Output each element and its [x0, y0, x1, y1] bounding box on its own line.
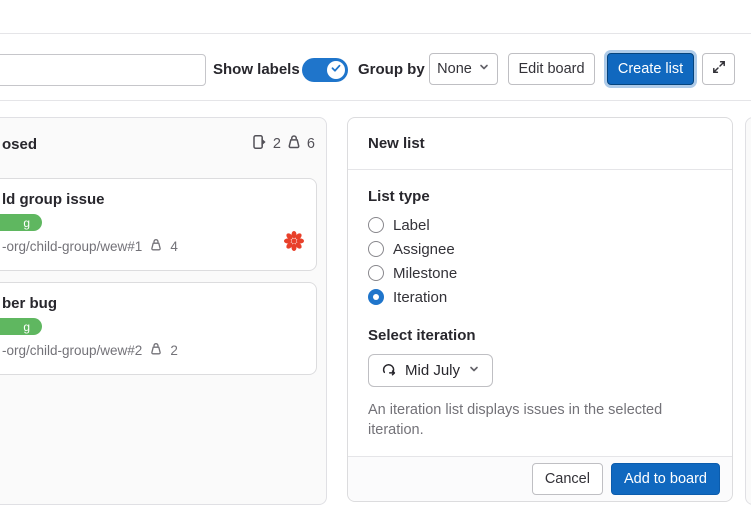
issue-meta-row: -org/child-group/wew#1 4	[2, 238, 178, 255]
radio-option-iteration[interactable]: Iteration	[368, 289, 712, 305]
expand-icon	[711, 59, 727, 79]
new-list-panel: New list List type Label Assignee Milest…	[347, 117, 733, 502]
edit-board-button[interactable]: Edit board	[508, 53, 595, 85]
issue-label-badge[interactable]: g	[0, 318, 42, 335]
radio-option-text: Iteration	[393, 289, 447, 306]
assignee-avatar[interactable]	[282, 229, 306, 253]
iteration-help-text: An iteration list displays issues in the…	[368, 400, 713, 441]
show-labels-label: Show labels	[213, 62, 300, 78]
group-by-value: None	[437, 61, 472, 77]
issue-board-app: Show labels Group by None Edit board Cre…	[0, 0, 751, 523]
issue-card[interactable]: ber bug g -org/child-group/wew#2 2	[0, 282, 317, 375]
iteration-value: Mid July	[405, 362, 460, 379]
create-list-button[interactable]: Create list	[607, 53, 694, 85]
radio-option-label[interactable]: Label	[368, 217, 712, 233]
iteration-dropdown[interactable]: Mid July	[368, 354, 493, 387]
column-header: osed 2 6	[2, 134, 315, 154]
weight-total: 6	[307, 136, 315, 152]
top-divider	[0, 33, 751, 34]
issue-card[interactable]: ld group issue g -org/child-group/wew#1 …	[0, 178, 317, 271]
toolbar-divider	[0, 100, 751, 101]
radio-icon[interactable]	[368, 265, 384, 281]
show-labels-toggle[interactable]	[302, 58, 348, 82]
radio-option-assignee[interactable]: Assignee	[368, 241, 712, 257]
list-type-label: List type	[368, 188, 712, 205]
check-icon	[330, 61, 342, 79]
cancel-button[interactable]: Cancel	[532, 463, 603, 495]
chevron-down-icon	[478, 61, 490, 77]
issue-weight: 2	[170, 343, 178, 358]
radio-option-text: Label	[393, 217, 430, 234]
select-iteration-label: Select iteration	[368, 327, 712, 344]
weight-icon	[286, 134, 302, 154]
radio-icon[interactable]	[368, 241, 384, 257]
iteration-icon	[381, 361, 397, 381]
add-to-board-button[interactable]: Add to board	[611, 463, 720, 495]
column-counts: 2 6	[252, 134, 315, 154]
board-search-input[interactable]	[0, 54, 206, 86]
group-by-label: Group by	[358, 62, 425, 78]
radio-option-text: Assignee	[393, 241, 455, 258]
radio-selected-icon[interactable]	[368, 289, 384, 305]
radio-option-text: Milestone	[393, 265, 457, 282]
issue-title[interactable]: ber bug	[2, 295, 57, 312]
board-column-closed: osed 2 6 ld group issue g -org/child-gro…	[0, 117, 327, 505]
group-by-dropdown[interactable]: None	[429, 53, 498, 85]
issue-title[interactable]: ld group issue	[2, 191, 105, 208]
panel-body: List type Label Assignee Milestone Itera…	[348, 170, 732, 441]
chevron-down-icon	[468, 362, 480, 379]
panel-footer: Cancel Add to board	[348, 456, 732, 501]
panel-title: New list	[348, 118, 732, 170]
weight-icon	[149, 342, 163, 359]
issue-meta-row: -org/child-group/wew#2 2	[2, 342, 178, 359]
radio-icon[interactable]	[368, 217, 384, 233]
issue-count: 2	[273, 136, 281, 152]
radio-option-milestone[interactable]: Milestone	[368, 265, 712, 281]
next-column-edge	[745, 117, 751, 505]
issue-reference: -org/child-group/wew#1	[2, 239, 142, 254]
expand-board-button[interactable]	[702, 53, 735, 85]
toggle-knob	[327, 61, 345, 79]
issues-icon	[252, 134, 268, 154]
issue-label-badge[interactable]: g	[0, 214, 42, 231]
issue-reference: -org/child-group/wew#2	[2, 343, 142, 358]
column-title: osed	[2, 136, 37, 153]
issue-weight: 4	[170, 239, 178, 254]
weight-icon	[149, 238, 163, 255]
